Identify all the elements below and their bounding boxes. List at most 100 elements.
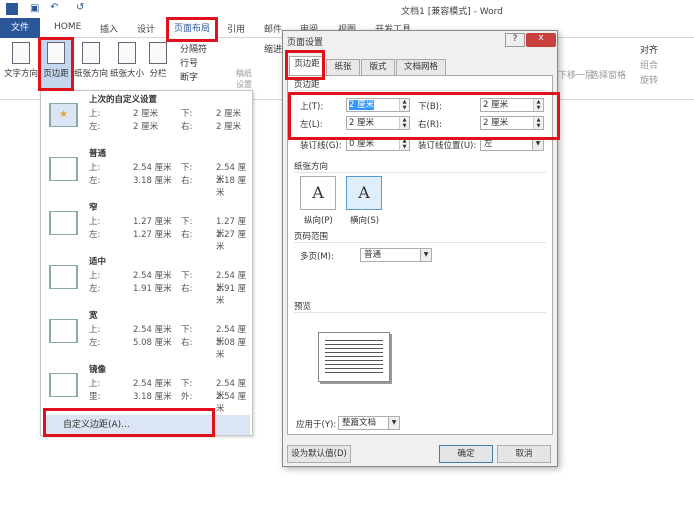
label: 右:: [181, 176, 193, 186]
value: 左: [484, 139, 493, 149]
size-icon: [118, 42, 136, 64]
landscape-button[interactable]: A: [346, 176, 382, 210]
option-name: 窄: [89, 203, 98, 213]
margin-preview-icon: [49, 211, 78, 235]
label: 左:: [89, 338, 101, 348]
preview-page: [318, 332, 390, 382]
margin-preview-icon: [49, 373, 78, 397]
label: 左:: [89, 122, 101, 132]
label: 里:: [89, 392, 101, 402]
label: 上:: [89, 163, 101, 173]
breaks-button[interactable]: 分隔符: [180, 42, 207, 55]
label: 上:: [89, 325, 101, 335]
margins-section: 页边距: [294, 78, 546, 91]
value: 0 厘米: [349, 139, 375, 149]
label: 外:: [181, 392, 193, 402]
option-name: 适中: [89, 257, 107, 267]
draft-button[interactable]: 稿纸设置: [236, 68, 256, 90]
close-button[interactable]: x: [526, 33, 556, 47]
highlight-margin-fields: [288, 92, 560, 140]
tab-design[interactable]: 设计: [137, 22, 155, 35]
orientation-button[interactable]: 纸张方向: [74, 40, 108, 79]
value: 1.27 厘米: [216, 230, 247, 252]
value: 2 厘米: [133, 109, 159, 119]
label: 上:: [89, 271, 101, 281]
margin-preview-icon: [49, 319, 78, 343]
selection-pane-button[interactable]: 选择窗格: [590, 68, 626, 81]
label: 下:: [181, 163, 193, 173]
value: 整篇文档: [342, 418, 377, 428]
portrait-icon: A: [312, 183, 324, 202]
dialog-title: 页面设置: [287, 38, 324, 48]
align-button[interactable]: 对齐: [640, 43, 658, 56]
margin-option[interactable]: 适中 上: 2.54 厘米 下: 2.54 厘米 左: 1.91 厘米 右: 1…: [41, 253, 252, 306]
document-area[interactable]: [0, 100, 40, 526]
multiple-pages-select[interactable]: 普通 ▼: [360, 248, 432, 262]
value: 2.54 厘米: [133, 271, 172, 281]
apply-to-select[interactable]: 整篇文档 ▼: [338, 416, 400, 430]
tab-file[interactable]: 文件: [0, 18, 40, 38]
label: 纸张大小: [110, 69, 145, 79]
rotate-button[interactable]: 旋转: [640, 73, 658, 86]
text-direction-button[interactable]: 文字方向: [4, 40, 38, 79]
ok-button[interactable]: 确定: [439, 445, 493, 463]
group-button[interactable]: 组合: [640, 58, 658, 71]
gutter-position-label: 装订线位置(U):: [418, 141, 477, 151]
chevron-down-icon: ▼: [388, 417, 399, 429]
label: 右:: [181, 122, 193, 132]
margins-dropdown: ★ 上次的自定义设置 上: 2 厘米 下: 2 厘米 左: 2 厘米 右: 2 …: [40, 90, 253, 436]
margin-option[interactable]: 窄 上: 1.27 厘米 下: 1.27 厘米 左: 1.27 厘米 右: 1.…: [41, 199, 252, 252]
label: 右:: [181, 284, 193, 294]
tab-home[interactable]: HOME: [54, 22, 81, 32]
value: 2 厘米: [216, 109, 242, 119]
label: 下:: [181, 379, 193, 389]
landscape-icon: A: [358, 183, 370, 202]
label: 下:: [181, 217, 193, 227]
label: 文字方向: [4, 69, 39, 79]
set-default-button[interactable]: 设为默认值(D): [287, 445, 351, 463]
tab-paper[interactable]: 纸张: [326, 59, 360, 75]
label: 左:: [89, 230, 101, 240]
portrait-label: 纵向(P): [304, 216, 333, 226]
hyphenation-button[interactable]: 断字: [180, 70, 198, 83]
cancel-button[interactable]: 取消: [497, 445, 551, 463]
landscape-label: 横向(S): [350, 216, 380, 226]
highlight-page-layout: [166, 17, 218, 42]
margin-option[interactable]: ★ 上次的自定义设置 上: 2 厘米 下: 2 厘米 左: 2 厘米 右: 2 …: [41, 91, 252, 143]
orientation-icon: [82, 42, 100, 64]
tab-layout[interactable]: 版式: [361, 59, 395, 75]
size-button[interactable]: 纸张大小: [110, 40, 144, 79]
margin-option[interactable]: 宽 上: 2.54 厘米 下: 2.54 厘米 左: 5.08 厘米 右: 5.…: [41, 307, 252, 360]
margin-option[interactable]: 普通 上: 2.54 厘米 下: 2.54 厘米 左: 3.18 厘米 右: 3…: [41, 145, 252, 198]
text-direction-icon: [12, 42, 30, 64]
apply-to-label: 应用于(Y):: [296, 420, 337, 430]
value: 3.18 厘米: [133, 392, 172, 402]
portrait-button[interactable]: A: [300, 176, 336, 210]
option-name: 镜像: [89, 365, 107, 375]
multiple-pages-label: 多页(M):: [300, 252, 334, 262]
window-title: 文档1 [兼容模式] - Word: [401, 7, 503, 17]
tab-references[interactable]: 引用: [227, 22, 245, 35]
value: 2.54 厘米: [133, 163, 172, 173]
chevron-down-icon: ▼: [420, 249, 431, 261]
label: 上:: [89, 109, 101, 119]
tab-insert[interactable]: 插入: [100, 22, 118, 35]
margin-preview-icon: [49, 265, 78, 289]
columns-icon: [149, 42, 167, 64]
title-bar: ▣ ↶ ↺ 文档1 [兼容模式] - Word: [0, 0, 694, 18]
value: 5.08 厘米: [216, 338, 247, 360]
margin-option[interactable]: 镜像 上: 2.54 厘米 下: 2.54 厘米 里: 3.18 厘米 外: 2…: [41, 361, 252, 414]
value: 1.91 厘米: [216, 284, 247, 306]
send-backward-button[interactable]: 下移一层: [558, 68, 594, 81]
help-button[interactable]: ?: [505, 33, 525, 47]
label: 右:: [181, 338, 193, 348]
line-numbers-button[interactable]: 行号: [180, 56, 198, 69]
indent-label: 缩进: [264, 45, 283, 55]
tab-document-grid[interactable]: 文档网格: [396, 59, 446, 75]
value: 2.54 厘米: [216, 392, 247, 414]
preview-section: 预览: [294, 300, 546, 313]
columns-button[interactable]: 分栏: [146, 40, 170, 79]
value: 3.18 厘米: [216, 176, 247, 198]
label: 下:: [181, 271, 193, 281]
tab-mailings[interactable]: 邮件: [264, 22, 282, 35]
